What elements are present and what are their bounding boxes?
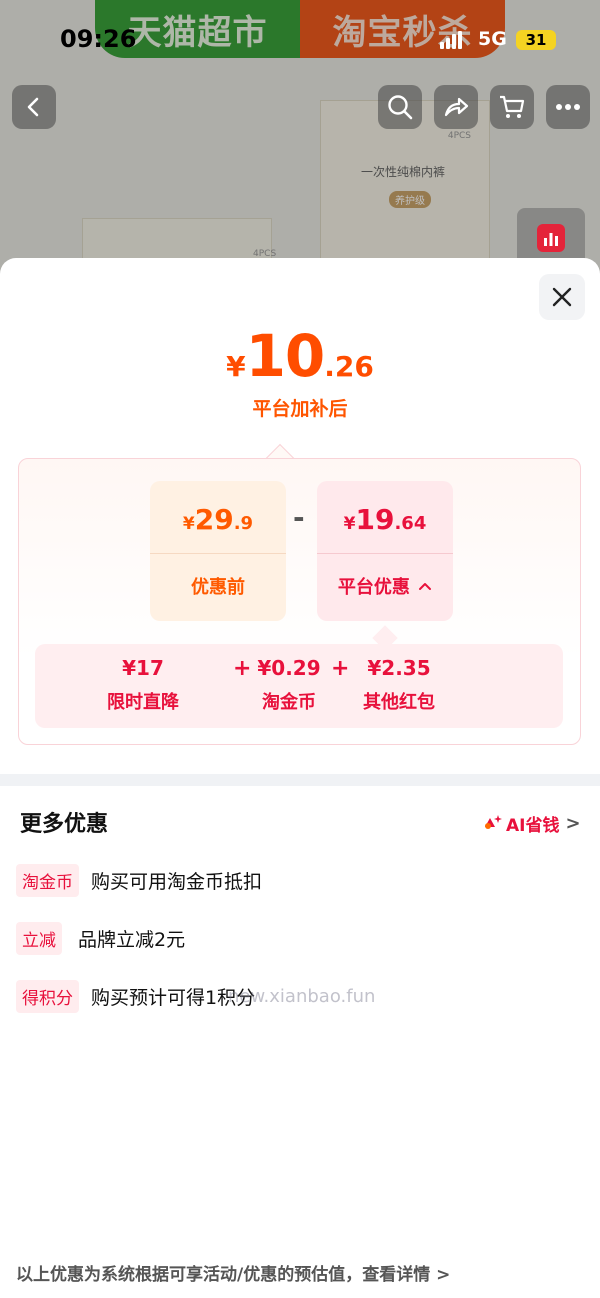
price-before-integer: 29 bbox=[194, 503, 234, 536]
cart-button[interactable] bbox=[490, 85, 534, 129]
final-price-integer: 10 bbox=[245, 322, 326, 390]
price-before-label: 优惠前 bbox=[191, 577, 245, 598]
close-button[interactable] bbox=[539, 274, 585, 320]
platform-discount-details: ¥17 限时直降 + ¥0.29 淘金币 + ¥2.35 其他红包 bbox=[35, 644, 563, 728]
search-button[interactable] bbox=[378, 85, 422, 129]
sub-discount-label: 其他红包 bbox=[363, 692, 435, 713]
share-icon bbox=[444, 97, 469, 117]
promo-row: 立减 品牌立减2元 bbox=[16, 922, 185, 955]
promo-text: 品牌立减2元 bbox=[78, 929, 186, 951]
price-before-currency: ¥ bbox=[182, 514, 195, 534]
promo-tag: 得积分 bbox=[16, 980, 79, 1013]
status-time: 09:26 bbox=[60, 25, 137, 53]
platform-discount-label: 平台优惠 bbox=[317, 573, 453, 599]
final-price: ¥10.26 bbox=[0, 322, 600, 390]
platform-discount-integer: 19 bbox=[355, 503, 395, 536]
more-button[interactable] bbox=[546, 85, 590, 129]
share-button[interactable] bbox=[434, 85, 478, 129]
chevron-up-icon bbox=[419, 583, 432, 590]
sub-discount-item: ¥2.35 其他红包 bbox=[363, 656, 435, 714]
price-before-amount: ¥29.9 bbox=[150, 503, 286, 536]
network-type: 5G bbox=[478, 28, 507, 50]
sub-discount-item: ¥17 限时直降 bbox=[107, 656, 179, 714]
watermark: new.xianbao.fun bbox=[228, 986, 376, 1007]
sub-discount-label: 淘金币 bbox=[261, 692, 316, 713]
sub-discount-value: ¥0.29 bbox=[257, 656, 321, 680]
status-bar: 09:26 5G 31 bbox=[0, 0, 600, 80]
minus-operator: - bbox=[293, 501, 305, 534]
promo-text: 购买可用淘金币抵扣 bbox=[91, 871, 263, 893]
final-price-currency: ¥ bbox=[226, 350, 246, 383]
section-divider bbox=[0, 774, 600, 786]
sub-discount-value: ¥2.35 bbox=[367, 656, 431, 680]
price-before-card: ¥29.9 优惠前 bbox=[150, 481, 286, 621]
cart-icon bbox=[500, 95, 525, 118]
platform-discount-amount: ¥19.64 bbox=[317, 503, 453, 536]
plus-operator: + bbox=[331, 656, 350, 681]
battery-icon: 31 bbox=[516, 30, 556, 50]
chevron-left-icon bbox=[27, 97, 39, 117]
sub-discount-item: ¥0.29 淘金币 bbox=[257, 656, 320, 714]
promo-tag: 立减 bbox=[16, 922, 62, 955]
promo-row: 得积分 购买预计可得1积分 bbox=[16, 980, 255, 1013]
price-breakdown: ¥29.9 优惠前 - ¥19.64 平台优惠 ¥17 限时直降 + ¥0.29… bbox=[18, 458, 581, 745]
promo-tag: 淘金币 bbox=[16, 864, 79, 897]
sub-discount-label: 限时直降 bbox=[107, 692, 179, 713]
back-button[interactable] bbox=[12, 85, 56, 129]
platform-discount-decimal: .64 bbox=[394, 513, 427, 534]
more-discounts-title: 更多优惠 bbox=[20, 812, 109, 837]
promo-row: 淘金币 购买可用淘金币抵扣 bbox=[16, 864, 262, 897]
chevron-right-icon: > bbox=[565, 813, 581, 834]
estimate-details-link[interactable]: 以上优惠为系统根据可享活动/优惠的预估值，查看详情 > bbox=[16, 1260, 450, 1285]
ai-save-money-link[interactable]: AI省钱 > bbox=[482, 811, 581, 836]
platform-discount-card[interactable]: ¥19.64 平台优惠 bbox=[317, 481, 453, 621]
card-separator bbox=[150, 553, 286, 554]
more-dots-icon bbox=[556, 104, 580, 110]
bar-chart-icon bbox=[537, 224, 565, 252]
close-icon bbox=[552, 287, 572, 307]
final-price-decimal: .26 bbox=[324, 350, 374, 383]
sub-discount-value: ¥17 bbox=[122, 656, 164, 680]
ai-link-label: AI省钱 bbox=[506, 816, 560, 836]
platform-discount-currency: ¥ bbox=[343, 514, 356, 534]
platform-discount-label-text: 平台优惠 bbox=[337, 577, 410, 598]
final-price-caption: 平台加补后 bbox=[252, 398, 348, 420]
card-separator bbox=[317, 553, 453, 554]
plus-operator: + bbox=[233, 656, 252, 681]
search-icon bbox=[388, 95, 413, 120]
signal-icon bbox=[440, 31, 462, 49]
discount-sheet: ¥10.26 平台加补后 ¥29.9 优惠前 - ¥19.64 平台优惠 ¥17 bbox=[0, 258, 600, 1298]
ai-sparkle-icon bbox=[485, 814, 502, 829]
price-before-decimal: .9 bbox=[233, 513, 254, 534]
